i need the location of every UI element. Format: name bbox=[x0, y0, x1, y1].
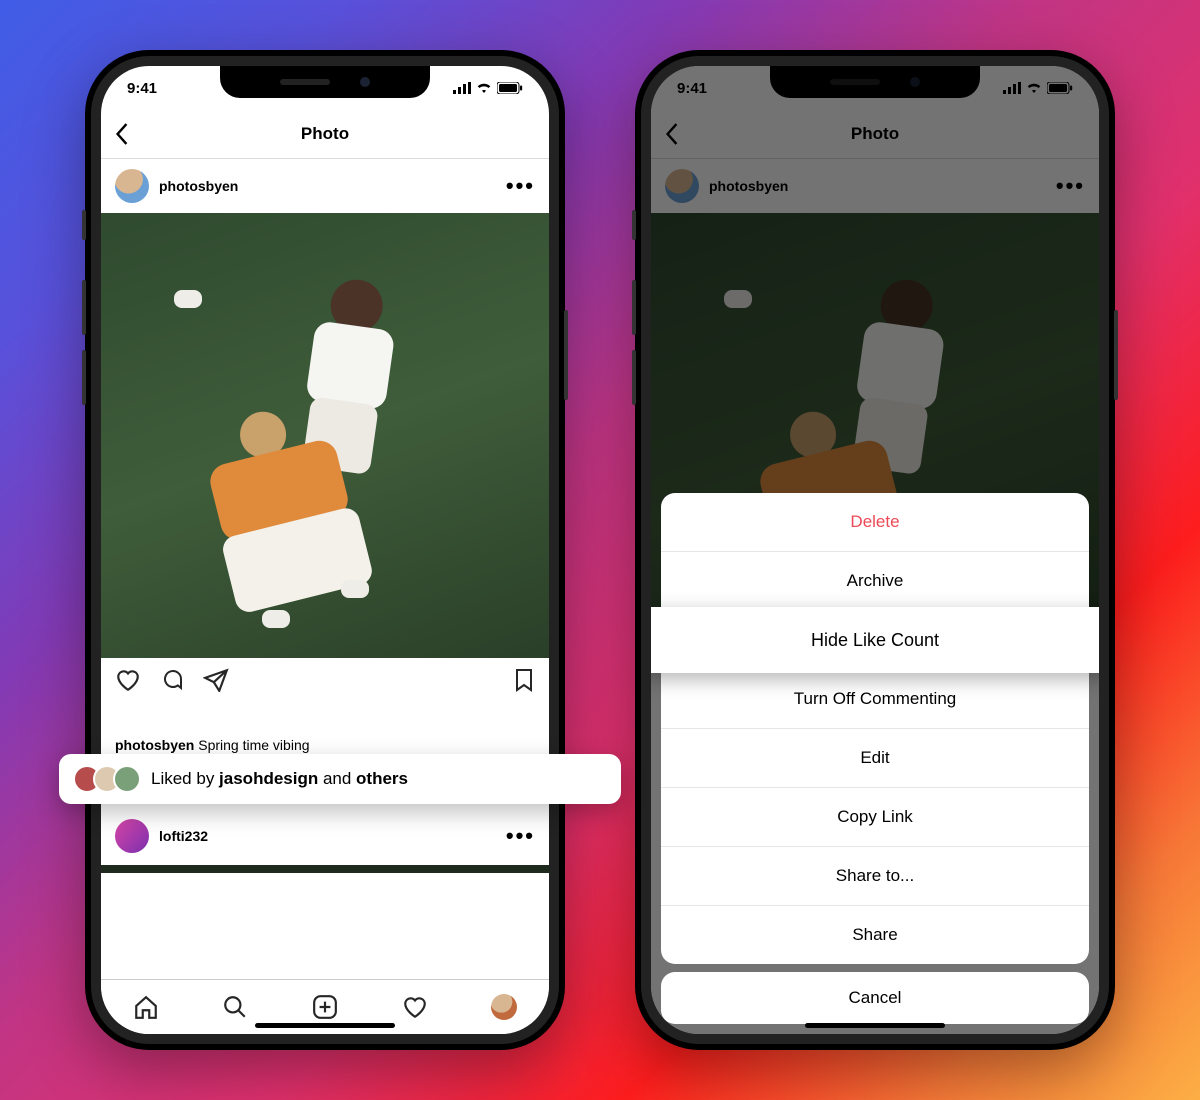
volume-down-button bbox=[82, 350, 86, 405]
cellular-icon bbox=[453, 82, 471, 94]
sheet-share-to[interactable]: Share to... bbox=[661, 846, 1089, 905]
home-indicator bbox=[255, 1023, 395, 1028]
home-indicator bbox=[805, 1023, 945, 1028]
phone-screen: 9:41 Photo photosbyen ••• bbox=[101, 66, 549, 1034]
nav-title: Photo bbox=[129, 124, 521, 144]
bookmark-icon[interactable] bbox=[513, 668, 535, 692]
post-header: photosbyen ••• bbox=[101, 159, 549, 213]
new-post-icon[interactable] bbox=[312, 994, 338, 1020]
power-button bbox=[564, 310, 568, 400]
sheet-delete[interactable]: Delete bbox=[661, 493, 1089, 551]
home-icon[interactable] bbox=[133, 994, 159, 1020]
likes-text: Liked by jasohdesign and others bbox=[151, 769, 408, 789]
sheet-hide-like-count[interactable]: Hide Like Count bbox=[661, 610, 1089, 669]
mute-switch bbox=[82, 210, 86, 240]
next-post-header: lofti232 ••• bbox=[101, 813, 549, 865]
post-username[interactable]: photosbyen bbox=[159, 178, 496, 194]
likes-popup[interactable]: Liked by jasohdesign and others bbox=[59, 754, 621, 804]
volume-down-button bbox=[632, 350, 636, 405]
more-icon[interactable]: ••• bbox=[506, 823, 535, 849]
post-username[interactable]: lofti232 bbox=[159, 828, 496, 844]
sheet-share[interactable]: Share bbox=[661, 905, 1089, 964]
sheet-edit[interactable]: Edit bbox=[661, 728, 1089, 787]
post-image[interactable] bbox=[101, 213, 549, 658]
power-button bbox=[1114, 310, 1118, 400]
action-sheet: Delete Archive Hide Like Count Turn Off … bbox=[661, 493, 1089, 964]
back-icon[interactable] bbox=[115, 123, 129, 145]
volume-up-button bbox=[82, 280, 86, 335]
caption-username[interactable]: photosbyen bbox=[115, 737, 194, 753]
battery-icon bbox=[497, 82, 523, 94]
phone-right: 9:41 Photo photosbyen ••• bbox=[635, 50, 1115, 1050]
liker-avatars bbox=[73, 765, 141, 793]
activity-icon[interactable] bbox=[402, 994, 428, 1020]
gradient-background: 9:41 Photo photosbyen ••• bbox=[0, 0, 1200, 1100]
caption-text: Spring time vibing bbox=[198, 737, 309, 753]
like-icon[interactable] bbox=[115, 668, 141, 692]
sheet-archive[interactable]: Archive bbox=[661, 551, 1089, 610]
more-icon[interactable]: ••• bbox=[506, 173, 535, 199]
sheet-turn-off-commenting[interactable]: Turn Off Commenting bbox=[661, 669, 1089, 728]
wifi-icon bbox=[476, 82, 492, 94]
sheet-copy-link[interactable]: Copy Link bbox=[661, 787, 1089, 846]
phone-left: 9:41 Photo photosbyen ••• bbox=[85, 50, 565, 1050]
nav-bar: Photo bbox=[101, 110, 549, 159]
volume-up-button bbox=[632, 280, 636, 335]
notch bbox=[220, 66, 430, 98]
comment-icon[interactable] bbox=[159, 668, 185, 692]
sheet-hide-like-count-label: Hide Like Count bbox=[651, 607, 1099, 673]
status-time: 9:41 bbox=[127, 80, 157, 97]
sheet-cancel[interactable]: Cancel bbox=[661, 972, 1089, 1024]
search-icon[interactable] bbox=[222, 994, 248, 1020]
phone-screen: 9:41 Photo photosbyen ••• bbox=[651, 66, 1099, 1034]
next-post-image-edge bbox=[101, 865, 549, 873]
mute-switch bbox=[632, 210, 636, 240]
profile-icon[interactable] bbox=[491, 994, 517, 1020]
action-bar bbox=[101, 658, 549, 702]
avatar[interactable] bbox=[115, 819, 149, 853]
avatar[interactable] bbox=[115, 169, 149, 203]
share-icon[interactable] bbox=[203, 668, 229, 692]
